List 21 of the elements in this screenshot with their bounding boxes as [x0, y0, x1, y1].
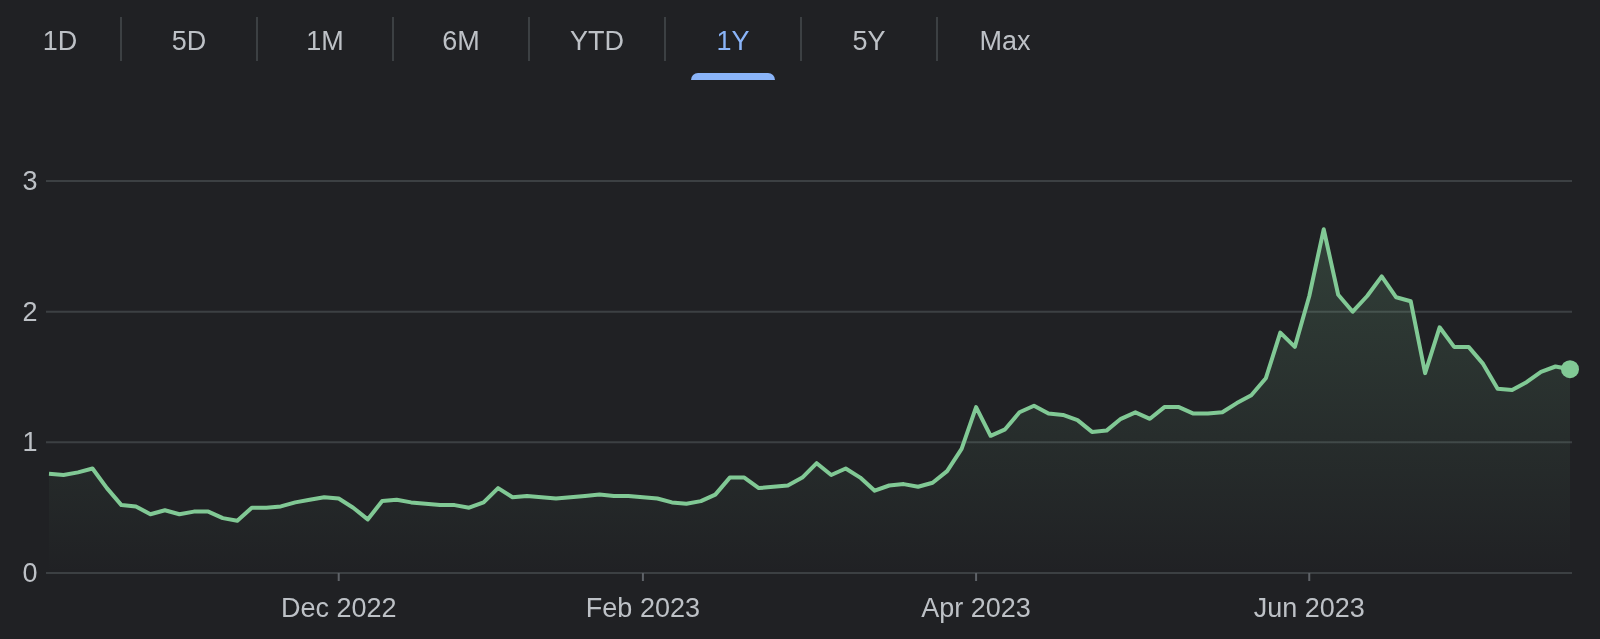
- x-tick-mark: [337, 572, 340, 582]
- range-tab[interactable]: 5D: [122, 0, 256, 84]
- x-tick-mark: [975, 572, 978, 582]
- y-axis-label: 0: [22, 558, 38, 588]
- range-tab[interactable]: 5Y: [802, 0, 936, 84]
- y-axis-label: 2: [22, 296, 38, 327]
- range-tab[interactable]: 1D: [0, 0, 120, 84]
- range-tab[interactable]: 1M: [258, 0, 392, 84]
- last-price-dot: [1561, 360, 1579, 379]
- x-tick-mark: [641, 572, 644, 582]
- x-axis-label: Dec 2022: [280, 593, 397, 623]
- x-tick-mark: [1308, 572, 1311, 582]
- x-axis-label: Feb 2023: [585, 593, 700, 623]
- x-axis-label: Apr 2023: [921, 593, 1031, 623]
- range-tab[interactable]: 1Y: [666, 0, 800, 84]
- range-tab[interactable]: 6M: [394, 0, 528, 84]
- range-tab[interactable]: Max: [938, 0, 1072, 84]
- y-axis-label: 3: [22, 166, 38, 196]
- y-axis-label: 1: [22, 427, 38, 458]
- range-tab[interactable]: YTD: [530, 0, 664, 84]
- x-axis-label: Jun 2023: [1253, 593, 1365, 623]
